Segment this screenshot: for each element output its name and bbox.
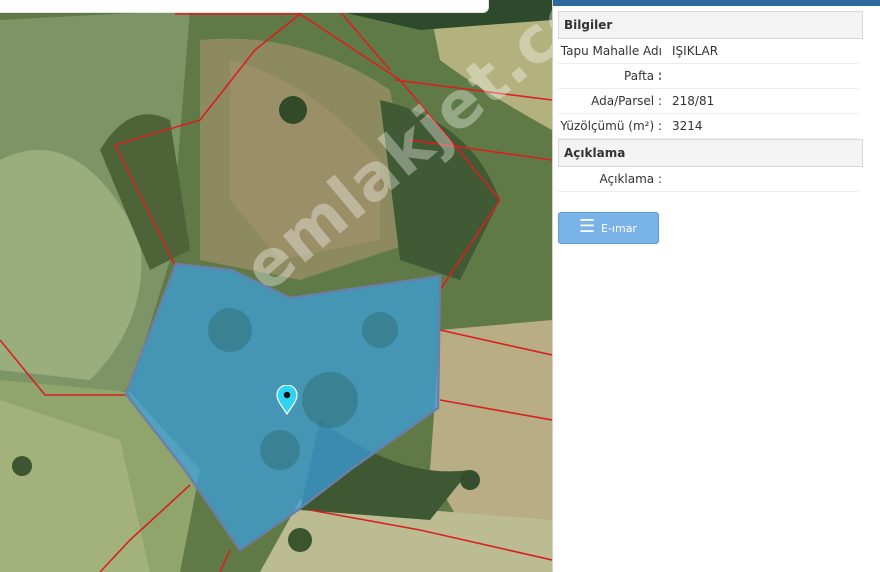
info-row: Pafta : (558, 64, 858, 89)
e-imar-button[interactable]: ☰ E-ımar (558, 212, 659, 244)
satellite-map[interactable]: emlakjet.com (0, 0, 552, 572)
section-title-aciklama: Açıklama (558, 139, 863, 167)
info-value: IŞIKLAR (672, 44, 719, 58)
info-row: Tapu Mahalle Adı : IŞIKLAR (558, 39, 858, 82)
map-pin-icon[interactable] (276, 384, 298, 416)
info-label: Pafta : (624, 69, 662, 83)
info-row: Ada/Parsel : 218/81 (558, 89, 858, 114)
info-label: Yüzölçümü (m²) : (560, 119, 662, 133)
description-label: Açıklama : (599, 172, 662, 186)
satellite-imagery (0, 0, 552, 572)
menu-icon: ☰ (579, 216, 596, 237)
info-label: Ada/Parsel : (591, 94, 662, 108)
panel-top-bar (553, 0, 880, 6)
info-row: Yüzölçümü (m²) : 3214 (558, 114, 858, 139)
info-value: 3214 (672, 119, 703, 133)
e-imar-button-label: E-ımar (601, 222, 637, 235)
description-row: Açıklama : (558, 167, 858, 192)
section-title-bilgiler: Bilgiler (558, 11, 863, 39)
info-panel: Bilgiler Tapu Mahalle Adı : IŞIKLAR Paft… (552, 0, 880, 572)
info-value: 218/81 (672, 94, 715, 108)
search-bar[interactable] (0, 0, 489, 13)
